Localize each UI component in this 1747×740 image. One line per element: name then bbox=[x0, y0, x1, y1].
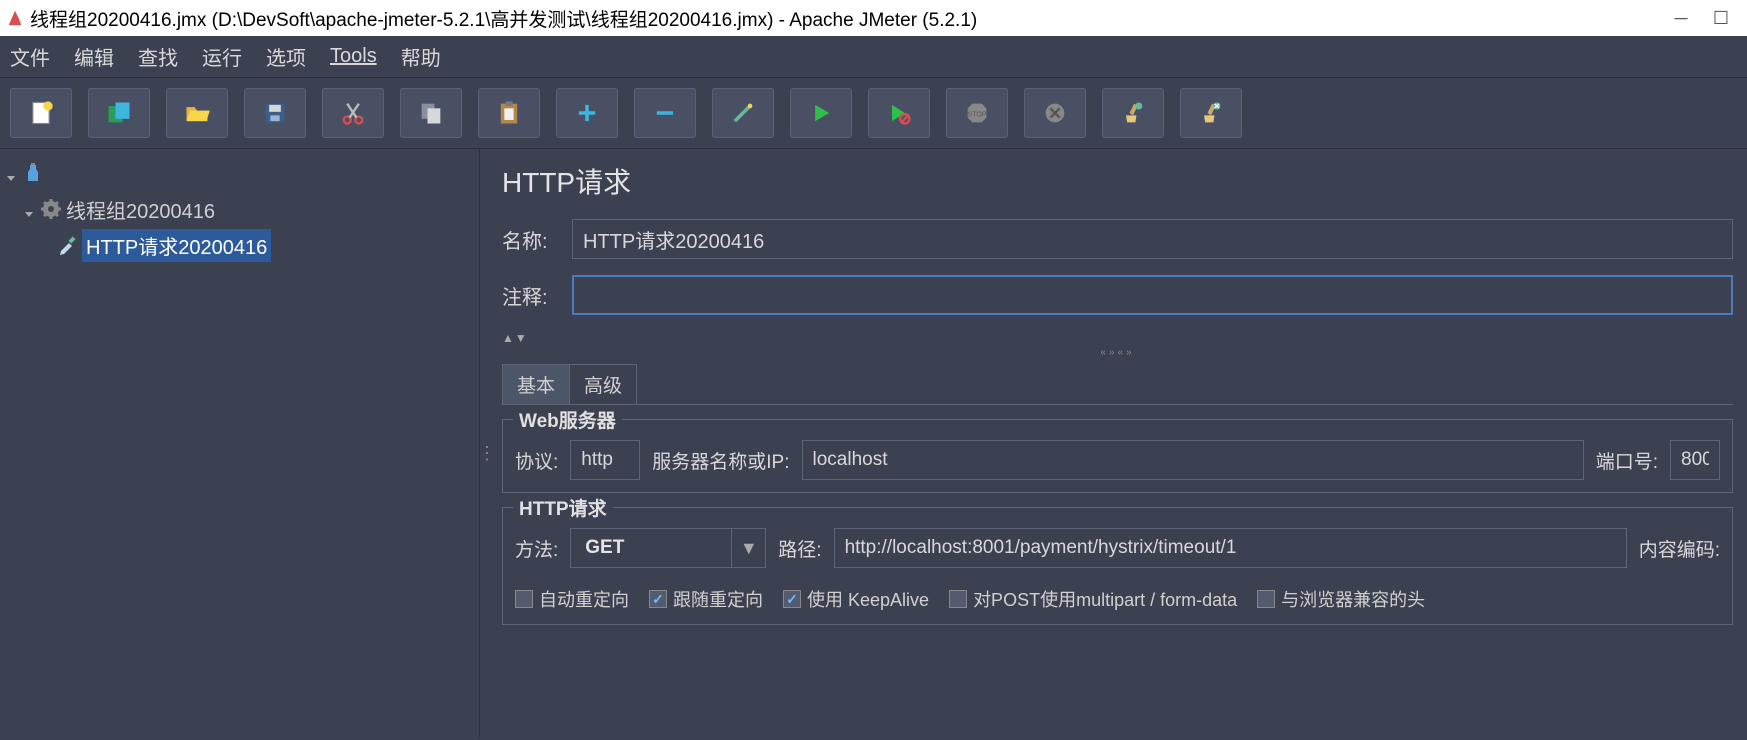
minus-icon bbox=[651, 99, 679, 127]
server-label: 服务器名称或IP: bbox=[652, 447, 789, 474]
new-file-button[interactable] bbox=[10, 88, 72, 138]
toggle-button[interactable] bbox=[712, 88, 774, 138]
main: 线程组20200416 HTTP请求20200416 HTTP请求 名称: 注释… bbox=[0, 149, 1747, 737]
web-server-legend: Web服务器 bbox=[513, 406, 622, 433]
copy-icon bbox=[417, 99, 445, 127]
comment-label: 注释: bbox=[502, 281, 558, 310]
method-value: GET bbox=[571, 537, 731, 559]
chevron-down-icon: ▼ bbox=[731, 529, 765, 567]
clear-button[interactable] bbox=[1102, 88, 1164, 138]
comment-input[interactable] bbox=[572, 275, 1733, 315]
expand-toggle-icon[interactable] bbox=[22, 204, 36, 214]
collapse-arrows-icon[interactable]: ▲▼ bbox=[502, 331, 1733, 345]
paste-button[interactable] bbox=[478, 88, 540, 138]
method-select[interactable]: GET ▼ bbox=[570, 528, 766, 568]
plus-icon bbox=[573, 99, 601, 127]
tab-basic[interactable]: 基本 bbox=[502, 364, 570, 404]
menu-file[interactable]: 文件 bbox=[10, 42, 50, 71]
horizontal-splitter[interactable]: «»«» bbox=[502, 347, 1733, 358]
protocol-label: 协议: bbox=[515, 447, 558, 474]
start-icon bbox=[807, 99, 835, 127]
method-label: 方法: bbox=[515, 535, 558, 562]
menubar: 文件 编辑 查找 运行 选项 Tools 帮助 bbox=[0, 36, 1747, 78]
menu-help[interactable]: 帮助 bbox=[401, 42, 441, 71]
stop-button[interactable]: STOP bbox=[946, 88, 1008, 138]
dropper-icon bbox=[56, 234, 78, 256]
path-label: 路径: bbox=[778, 535, 821, 562]
editor-title: HTTP请求 bbox=[502, 161, 1733, 201]
cut-button[interactable] bbox=[322, 88, 384, 138]
new-file-icon bbox=[27, 99, 55, 127]
tree-row-thread-group[interactable]: 线程组20200416 bbox=[0, 191, 479, 227]
port-input[interactable] bbox=[1670, 440, 1720, 480]
jmeter-app-icon bbox=[6, 9, 24, 27]
tabs: 基本 高级 bbox=[502, 364, 1733, 405]
encoding-label: 内容编码: bbox=[1639, 535, 1720, 562]
checkbox-multipart[interactable]: 对POST使用multipart / form-data bbox=[949, 586, 1237, 612]
clear-icon bbox=[1119, 99, 1147, 127]
tree-label-thread-group: 线程组20200416 bbox=[66, 195, 215, 224]
maximize-button[interactable]: ☐ bbox=[1701, 8, 1741, 29]
start-button[interactable] bbox=[790, 88, 852, 138]
menu-edit[interactable]: 编辑 bbox=[74, 42, 114, 71]
port-label: 端口号: bbox=[1596, 447, 1658, 474]
checkbox-auto-redirect[interactable]: 自动重定向 bbox=[515, 586, 629, 612]
checkbox-browser-compat[interactable]: 与浏览器兼容的头 bbox=[1257, 586, 1425, 612]
svg-text:STOP: STOP bbox=[968, 112, 987, 119]
gear-icon bbox=[40, 198, 62, 220]
menu-run[interactable]: 运行 bbox=[202, 42, 242, 71]
shutdown-button[interactable] bbox=[1024, 88, 1086, 138]
templates-button[interactable] bbox=[88, 88, 150, 138]
test-plan-icon bbox=[22, 162, 44, 184]
paste-icon bbox=[495, 99, 523, 127]
menu-tools[interactable]: Tools bbox=[330, 45, 377, 68]
start-no-timers-icon bbox=[885, 99, 913, 127]
save-button[interactable] bbox=[244, 88, 306, 138]
minimize-button[interactable]: ─ bbox=[1661, 8, 1701, 29]
templates-icon bbox=[105, 99, 133, 127]
tree-row-http-request[interactable]: HTTP请求20200416 bbox=[0, 227, 479, 263]
path-input[interactable] bbox=[834, 528, 1627, 568]
name-label: 名称: bbox=[502, 225, 558, 254]
editor-panel: HTTP请求 名称: 注释: ▲▼ «»«» 基本 高级 Web服务器 协议: … bbox=[488, 149, 1747, 737]
server-input[interactable] bbox=[802, 440, 1584, 480]
clear-all-icon bbox=[1197, 99, 1225, 127]
start-no-timers-button[interactable] bbox=[868, 88, 930, 138]
tab-advanced[interactable]: 高级 bbox=[569, 364, 637, 404]
stop-icon: STOP bbox=[963, 99, 991, 127]
http-request-legend: HTTP请求 bbox=[513, 494, 613, 521]
shutdown-icon bbox=[1041, 99, 1069, 127]
web-server-fieldset: Web服务器 协议: 服务器名称或IP: 端口号: bbox=[502, 419, 1733, 493]
menu-search[interactable]: 查找 bbox=[138, 42, 178, 71]
name-input[interactable] bbox=[572, 219, 1733, 259]
wand-icon bbox=[729, 99, 757, 127]
expand-toggle-icon[interactable] bbox=[4, 168, 18, 178]
toolbar: STOP bbox=[0, 78, 1747, 149]
open-button[interactable] bbox=[166, 88, 228, 138]
window-title: 线程组20200416.jmx (D:\DevSoft\apache-jmete… bbox=[30, 5, 1661, 32]
tree-label-http-request: HTTP请求20200416 bbox=[82, 229, 271, 262]
http-request-fieldset: HTTP请求 方法: GET ▼ 路径: 内容编码: 自动重定向 ✓跟随重定向 … bbox=[502, 507, 1733, 625]
collapse-button[interactable] bbox=[634, 88, 696, 138]
vertical-splitter[interactable] bbox=[480, 149, 488, 737]
clear-all-button[interactable] bbox=[1180, 88, 1242, 138]
tree-row-test-plan[interactable] bbox=[0, 155, 479, 191]
checkbox-follow-redirect[interactable]: ✓跟随重定向 bbox=[649, 586, 763, 612]
open-folder-icon bbox=[183, 99, 211, 127]
copy-button[interactable] bbox=[400, 88, 462, 138]
titlebar: 线程组20200416.jmx (D:\DevSoft\apache-jmete… bbox=[0, 0, 1747, 36]
save-icon bbox=[261, 99, 289, 127]
checkbox-row: 自动重定向 ✓跟随重定向 ✓使用 KeepAlive 对POST使用multip… bbox=[515, 586, 1720, 612]
checkbox-keepalive[interactable]: ✓使用 KeepAlive bbox=[783, 586, 929, 612]
expand-button[interactable] bbox=[556, 88, 618, 138]
protocol-input[interactable] bbox=[570, 440, 640, 480]
menu-options[interactable]: 选项 bbox=[266, 42, 306, 71]
test-plan-tree[interactable]: 线程组20200416 HTTP请求20200416 bbox=[0, 149, 480, 737]
cut-icon bbox=[339, 99, 367, 127]
